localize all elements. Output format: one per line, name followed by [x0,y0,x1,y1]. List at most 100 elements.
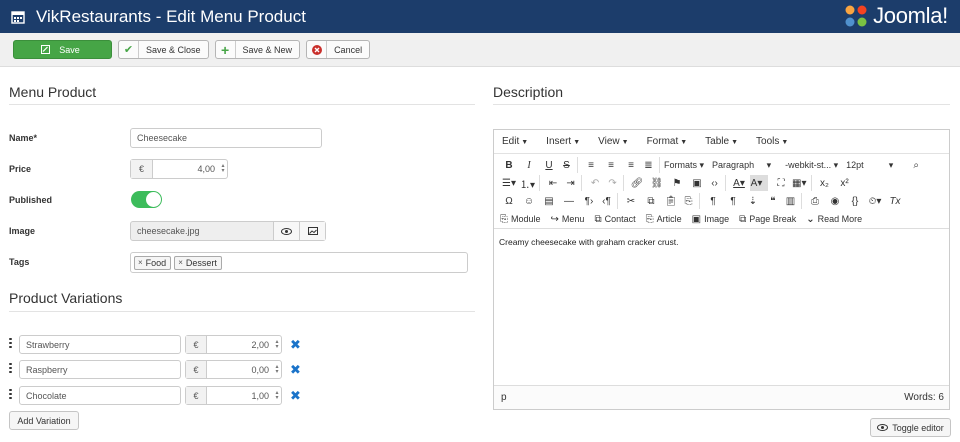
numbered-list-icon[interactable]: ⒈▾ [520,175,541,191]
insert-pagebreak-button[interactable]: ⧉ Page Break [739,214,796,225]
find-replace-icon[interactable]: ⌕ [907,157,925,173]
bullet-list-icon[interactable]: ☰▾ [500,175,518,191]
special-char-icon[interactable]: Ω [500,193,518,209]
remove-tag-icon[interactable]: × [178,258,183,267]
name-field[interactable]: Cheesecake [130,128,322,148]
align-center-icon[interactable]: ≡ [602,157,620,173]
save-close-button[interactable]: ✔ Save & Close [118,40,209,59]
menu-table[interactable]: Table ▼ [701,136,738,147]
insert-module-button[interactable]: ⎘ Module [500,214,541,225]
menu-product-title: Menu Product [9,84,97,100]
editor-content[interactable]: Creamy cheesecake with graham cracker cr… [494,228,949,386]
variation-price-field[interactable]: € 2,00 ▴ ▾ [185,335,282,354]
menu-insert[interactable]: Insert ▼ [542,136,580,147]
font-size-dropdown[interactable]: 12pt ▾ [846,160,893,171]
toggle-editor-button[interactable]: Toggle editor [870,418,951,437]
stepper-icon[interactable]: ▴ ▾ [273,364,281,375]
tag-label: Dessert [185,257,217,268]
media-icon[interactable]: ▤ [540,193,558,209]
menu-edit[interactable]: Edit ▼ [498,136,528,147]
superscript-icon[interactable]: x² [836,175,854,191]
remove-variation-icon[interactable]: ✖ [290,388,301,404]
formats-dropdown[interactable]: Formats ▾ [664,160,704,171]
variation-price-field[interactable]: € 0,00 ▴ ▾ [185,360,282,379]
image-insert-icon[interactable]: ▣ [688,175,706,191]
unlink-icon[interactable]: ⛓ [648,175,666,191]
insert-contact-button[interactable]: ⧉ Contact [594,214,635,225]
blockquote-icon[interactable]: ❝ [764,193,782,209]
visual-chars-icon[interactable]: ¶ [704,193,722,209]
cancel-button[interactable]: Cancel [306,40,371,59]
menu-tools[interactable]: Tools ▼ [752,136,788,147]
visual-blocks-icon[interactable]: ¶ [724,193,742,209]
drag-handle-icon[interactable] [9,389,12,401]
rtl-icon[interactable]: ‹¶ [600,193,618,209]
table-icon[interactable]: ▦▾ [792,175,812,191]
strikethrough-icon[interactable]: S [560,157,578,173]
text-color-icon[interactable]: A▾ [730,175,748,191]
undo-icon[interactable]: ↶ [586,175,604,191]
italic-icon[interactable]: I [520,157,538,173]
paste-text-icon[interactable]: ⎘ [682,193,700,209]
stepper-icon[interactable]: ▴ ▾ [273,339,281,350]
remove-variation-icon[interactable]: ✖ [290,337,301,353]
subscript-icon[interactable]: x₂ [816,175,834,191]
insert-readmore-button[interactable]: ⌄ Read More [806,214,862,225]
paste-icon[interactable]: 📋︎ [662,193,680,209]
align-right-icon[interactable]: ≡ [622,157,640,173]
image-field[interactable]: cheesecake.jpg [130,221,326,241]
menu-view[interactable]: View ▼ [594,136,628,147]
preview-button[interactable] [273,222,299,240]
image-picker-button[interactable] [299,222,325,240]
insert-image-button[interactable]: ▣ Image [692,214,729,225]
ltr-icon[interactable]: ¶› [580,193,598,209]
insert-menu-button[interactable]: ↪ Menu [551,214,585,225]
template-icon[interactable]: ▥ [784,193,802,209]
fullscreen-icon[interactable]: ⛶ [772,175,790,191]
tags-field[interactable]: × Food × Dessert [130,252,468,273]
cut-icon[interactable]: ✂ [622,193,640,209]
remove-tag-icon[interactable]: × [138,258,143,267]
outdent-icon[interactable]: ⇤ [544,175,562,191]
variation-name-field[interactable]: Chocolate [19,386,181,405]
code-icon[interactable]: ‹› [708,175,727,191]
stepper-icon[interactable]: ▴ ▾ [219,163,227,174]
save-new-button[interactable]: + Save & New [214,40,301,59]
background-color-icon[interactable]: A▾ [750,175,769,191]
align-left-icon[interactable]: ≡ [582,157,600,173]
variation-name-field[interactable]: Raspberry [19,360,181,379]
insert-article-button[interactable]: ⎘ Article [646,214,682,225]
block-format-dropdown[interactable]: Paragraph ▾ [712,160,771,171]
indent-icon[interactable]: ⇥ [564,175,583,191]
time-icon[interactable]: ⏲▾ [866,193,884,209]
align-justify-icon[interactable]: ≣ [642,157,660,173]
add-variation-button[interactable]: Add Variation [9,411,79,430]
tag-chip[interactable]: × Dessert [174,255,222,270]
drag-handle-icon[interactable] [9,338,12,350]
font-family-dropdown[interactable]: -webkit-st... ▾ [785,160,838,171]
emoticons-icon[interactable]: ☺ [520,193,538,209]
variation-name-field[interactable]: Strawberry [19,335,181,354]
hr-icon[interactable]: — [560,193,578,209]
anchor-icon[interactable]: ⚑ [668,175,686,191]
copy-icon[interactable]: ⧉ [642,193,660,209]
tag-chip[interactable]: × Food [134,255,172,270]
bold-icon[interactable]: B [500,157,518,173]
insert-date-icon[interactable]: ⇣ [744,193,762,209]
print-icon[interactable]: ⎙ [806,193,824,209]
element-path[interactable]: p [501,392,507,403]
remove-variation-icon[interactable]: ✖ [290,362,301,378]
underline-icon[interactable]: U [540,157,558,173]
link-icon[interactable]: 🔗︎ [628,175,646,191]
save-button[interactable]: Save [13,40,112,59]
source-code-icon[interactable]: {} [846,193,864,209]
price-field[interactable]: € 4,00 ▴ ▾ [130,159,228,179]
published-toggle[interactable] [131,191,162,208]
menu-format[interactable]: Format ▼ [643,136,688,147]
clear-format-icon[interactable]: Tx [886,193,904,209]
stepper-icon[interactable]: ▴ ▾ [273,390,281,401]
preview-icon[interactable]: ◉ [826,193,844,209]
variation-price-field[interactable]: € 1,00 ▴ ▾ [185,386,282,405]
drag-handle-icon[interactable] [9,363,12,375]
redo-icon[interactable]: ↷ [606,175,625,191]
